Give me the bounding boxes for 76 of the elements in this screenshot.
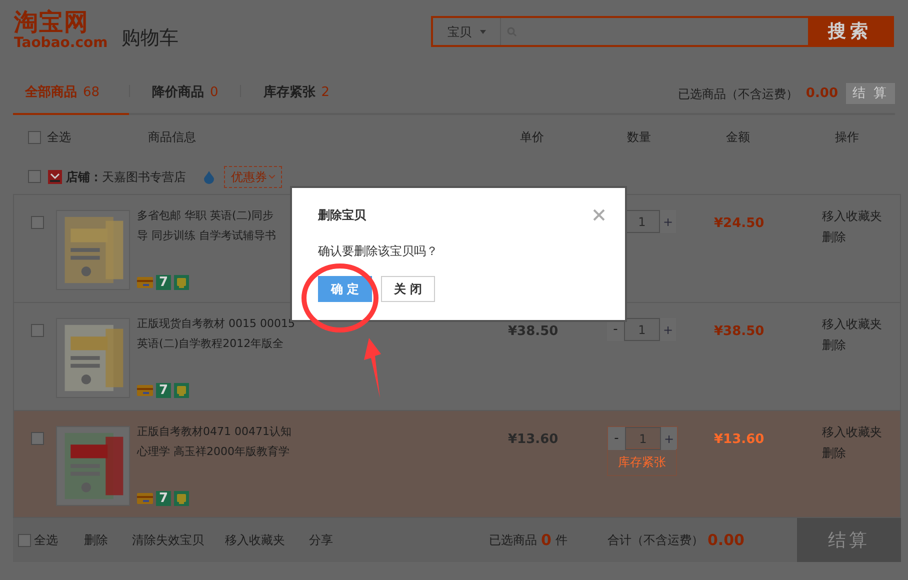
drop-icon <box>202 170 216 184</box>
bag-icon <box>174 383 189 398</box>
confirm-button[interactable]: 确 定 <box>318 276 372 302</box>
selected-amount: 0.00 <box>806 84 838 103</box>
checkbox[interactable] <box>31 324 44 337</box>
select-all-label[interactable]: 全选 <box>34 531 84 549</box>
checkbox[interactable] <box>31 432 44 445</box>
search-button[interactable]: 搜索 <box>808 18 892 45</box>
badge: 7 <box>156 491 171 506</box>
product-title[interactable]: 正版自考教材0471 00471认知 <box>137 422 292 442</box>
quantity-field[interactable]: 1 <box>624 318 660 341</box>
column-header: 商品信息 <box>148 129 197 146</box>
footer-action[interactable]: 分享 <box>309 531 489 549</box>
column-header: 单价 <box>520 129 545 146</box>
total-label: 合计（不含运费） <box>607 532 704 549</box>
badge: 7 <box>156 383 171 398</box>
total-price: ¥38.50 <box>714 324 764 339</box>
action-link[interactable]: 移入收藏夹 <box>822 314 882 335</box>
action-link[interactable]: 删除 <box>822 443 846 464</box>
shop-icon <box>48 170 62 184</box>
logo[interactable]: 淘宝网 <box>14 10 108 34</box>
annotation-arrow <box>361 337 381 399</box>
search-scope[interactable]: 宝贝 <box>448 22 472 40</box>
checkbox[interactable] <box>28 130 41 144</box>
total-price: ¥13.60 <box>714 432 764 447</box>
bag-icon <box>174 491 189 506</box>
card-icon <box>137 385 153 396</box>
product-title[interactable]: 导 同步训练 自学考试辅导书 <box>137 226 276 246</box>
unit-price: ¥13.60 <box>508 432 558 447</box>
quantity-field[interactable]: 1 <box>625 427 661 450</box>
product-title[interactable]: 正版现货自考教材 0015 00015 <box>137 314 295 334</box>
checkout-button[interactable]: 结 算 <box>846 83 895 104</box>
action-link[interactable]: 移入收藏夹 <box>822 422 882 443</box>
tab[interactable]: 库存紧张 2 <box>241 73 352 115</box>
action-link[interactable]: 删除 <box>822 335 846 356</box>
coupon-button[interactable]: 优惠券 <box>224 166 282 188</box>
plus-button[interactable]: + <box>660 318 676 341</box>
close-button[interactable]: 关 闭 <box>381 276 435 302</box>
selected-label: 已选商品（不含运费） <box>678 86 798 102</box>
dialog-message: 确认要删除该宝贝吗？ <box>318 243 439 260</box>
selected-count-text: 已选商品 0 件 <box>489 530 568 551</box>
column-header: 数量 <box>627 129 652 146</box>
caret-icon <box>480 30 486 34</box>
product-title[interactable]: 英语(二)自学教程2012年版全 <box>137 334 284 354</box>
stock-warning: 库存紧张 <box>607 449 677 476</box>
checkbox[interactable] <box>18 534 31 546</box>
action-link[interactable]: 移入收藏夹 <box>822 206 882 227</box>
bag-icon <box>174 275 189 290</box>
badge: 7 <box>156 275 171 290</box>
footer-action[interactable]: 清除失效宝贝 <box>132 531 225 549</box>
plus-button[interactable]: + <box>660 210 676 233</box>
checkout-button[interactable]: 结算 <box>797 518 901 562</box>
dialog-title: 删除宝贝 <box>318 207 366 224</box>
column-header: 操作 <box>835 129 859 146</box>
product-title[interactable]: 多省包邮 华职 英语(二)同步 <box>137 206 274 226</box>
card-icon <box>137 493 153 504</box>
product-title[interactable]: 心理学 高玉祥2000年版教育学 <box>137 442 290 462</box>
checkbox[interactable] <box>31 216 44 229</box>
checkbox[interactable] <box>28 170 41 183</box>
caret-icon <box>269 174 275 178</box>
tab[interactable]: 降价商品 0 <box>130 73 240 115</box>
select-all-label[interactable]: 全选 <box>47 128 148 146</box>
shop-name[interactable]: 店铺：天嘉图书专营店 <box>66 168 186 186</box>
unit-price: ¥38.50 <box>508 324 558 339</box>
logo-subtext: Taobao.com <box>14 36 108 50</box>
page-title: 购物车 <box>122 26 179 51</box>
column-header: 金额 <box>726 129 751 146</box>
plus-button[interactable]: + <box>661 427 677 450</box>
total-amount: 0.00 <box>707 530 744 551</box>
footer-action[interactable]: 删除 <box>84 531 132 549</box>
tab[interactable]: 全部商品 68 <box>13 73 129 115</box>
close-icon[interactable] <box>593 209 605 221</box>
total-price: ¥24.50 <box>714 216 764 231</box>
card-icon <box>137 277 153 288</box>
footer-action[interactable]: 移入收藏夹 <box>225 531 309 549</box>
action-link[interactable]: 删除 <box>822 227 846 248</box>
